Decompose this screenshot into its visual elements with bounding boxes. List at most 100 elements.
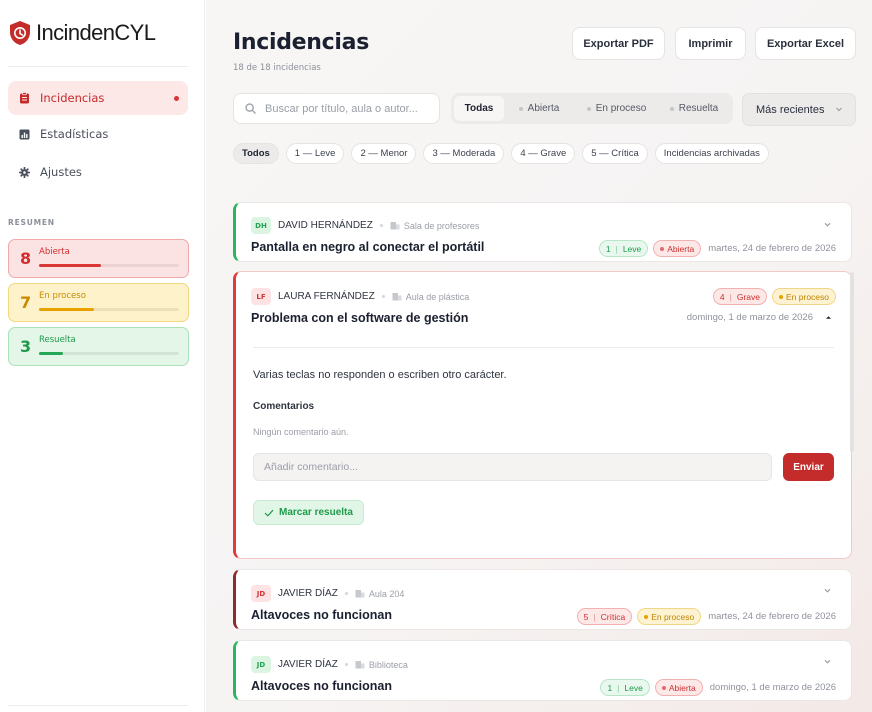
severity-filter: Todos 1 — Leve 2 — Menor 3 — Moderada 4 … xyxy=(233,143,769,164)
comment-input[interactable] xyxy=(253,453,772,481)
sidebar-divider xyxy=(8,705,188,706)
incident-meta: LF LAURA FERNÁNDEZ Aula de plástica xyxy=(251,288,469,305)
building-icon xyxy=(355,590,365,598)
chip-grave[interactable]: 4 — Grave xyxy=(511,143,576,164)
card-divider xyxy=(253,347,834,348)
room-name: Sala de profesores xyxy=(403,220,480,231)
chevron-down-icon[interactable] xyxy=(823,586,832,595)
sidebar-item-incidencias[interactable]: Incidencias xyxy=(8,81,188,115)
incident-card-expanded[interactable]: LF LAURA FERNÁNDEZ Aula de plástica 4 | Gr… xyxy=(233,271,852,559)
sidebar: IncindenCYL Incidencias Estadísticas Aju… xyxy=(0,0,205,712)
incident-card[interactable]: JD JAVIER DÍAZ Aula 204 Altavoces no fun… xyxy=(233,569,852,630)
avatar: LF xyxy=(251,288,271,305)
tab-resuelta[interactable]: Resuelta xyxy=(659,96,729,121)
severity-badge: 1 | Leve xyxy=(598,240,649,257)
status-badge: Abierta xyxy=(654,679,703,696)
no-comments-note: Ningún comentario aún. xyxy=(253,427,349,437)
author-name: LAURA FERNÁNDEZ xyxy=(278,291,375,302)
severity-label: Crítica xyxy=(600,611,626,622)
print-button[interactable]: Imprimir xyxy=(675,27,746,60)
chevron-down-icon[interactable] xyxy=(823,220,832,229)
chip-critica[interactable]: 5 — Crítica xyxy=(582,143,648,164)
separator-dot xyxy=(344,592,348,595)
room: Aula 204 xyxy=(355,588,405,599)
search-input[interactable] xyxy=(265,102,435,115)
summary-progress-fill xyxy=(39,263,101,267)
summary-label: En proceso xyxy=(39,290,86,301)
severity-badge: 5 | Crítica xyxy=(576,608,633,625)
room-name: Aula 204 xyxy=(368,588,405,599)
export-pdf-button[interactable]: Exportar PDF xyxy=(572,27,665,60)
sidebar-item-estadisticas[interactable]: Estadísticas xyxy=(8,117,188,151)
severity-label: Grave xyxy=(736,291,760,302)
summary-card-en-proceso[interactable]: 7 En proceso xyxy=(8,283,189,322)
export-excel-button[interactable]: Exportar Excel xyxy=(755,27,856,60)
chip-moderada[interactable]: 3 — Moderada xyxy=(423,143,505,164)
incident-meta: DH DAVID HERNÁNDEZ Sala de profesores xyxy=(251,217,479,234)
room: Aula de plástica xyxy=(392,292,469,302)
shield-logo-icon xyxy=(10,21,30,45)
summary-label: Resuelta xyxy=(39,334,76,345)
chevron-up-icon[interactable] xyxy=(824,313,833,322)
scrollbar[interactable] xyxy=(850,272,854,452)
badge-separator: | xyxy=(617,682,620,693)
chevron-down-icon[interactable] xyxy=(823,657,832,666)
incident-badges: 1 | Leve Abierta domingo, 1 de marzo de 20… xyxy=(600,679,836,696)
building-icon xyxy=(390,222,400,230)
incident-date: domingo, 1 de marzo de 2026 xyxy=(686,312,813,323)
summary-progress-fill xyxy=(39,307,94,311)
tab-todas[interactable]: Todas xyxy=(454,96,504,121)
status-badge: En proceso xyxy=(637,608,702,625)
separator-dot xyxy=(379,224,383,227)
chip-todos[interactable]: Todos xyxy=(233,143,279,164)
severity-badge: 1 | Leve xyxy=(600,679,650,696)
summary-progress-track xyxy=(39,307,179,311)
search-icon xyxy=(245,103,256,114)
main-content: Incidencias 18 de 18 incidencias Exporta… xyxy=(206,0,872,712)
badge-separator: | xyxy=(729,291,732,302)
incident-card[interactable]: JD JAVIER DÍAZ Biblioteca Altavoces no f… xyxy=(233,640,852,701)
incident-title: Altavoces no funcionan xyxy=(251,679,392,693)
brand[interactable]: IncindenCYL xyxy=(8,20,156,46)
summary-heading: RESUMEN xyxy=(8,218,55,227)
incident-date-row: domingo, 1 de marzo de 2026 xyxy=(685,312,833,323)
status-dot-icon xyxy=(779,294,783,299)
summary-card-abierta[interactable]: 8 Abierta xyxy=(8,239,189,278)
tab-abierta[interactable]: Abierta xyxy=(504,96,574,121)
summary-count: 8 xyxy=(20,249,32,268)
chip-menor[interactable]: 2 — Menor xyxy=(351,143,417,164)
incident-count: 18 de 18 incidencias xyxy=(233,63,321,73)
room: Biblioteca xyxy=(355,660,408,670)
check-icon xyxy=(264,509,274,517)
sidebar-item-ajustes[interactable]: Ajustes xyxy=(8,155,188,189)
incident-card[interactable]: DH DAVID HERNÁNDEZ Sala de profesores Pa… xyxy=(233,202,852,262)
chip-archivadas[interactable]: Incidencias archivadas xyxy=(654,143,769,164)
avatar: DH xyxy=(251,217,271,234)
status-dot-icon xyxy=(518,106,523,111)
send-comment-button[interactable]: Enviar xyxy=(783,453,834,481)
incident-badges: 1 | Leve Abierta martes, 24 de febrero de … xyxy=(598,240,836,257)
comments-heading: Comentarios xyxy=(253,401,315,412)
tab-en-proceso[interactable]: En proceso xyxy=(574,96,659,121)
status-dot-icon xyxy=(669,106,674,111)
chevron-down-icon xyxy=(836,107,842,112)
status-badge: En proceso xyxy=(772,288,836,305)
author-name: DAVID HERNÁNDEZ xyxy=(278,220,373,231)
incident-title: Altavoces no funcionan xyxy=(251,608,392,622)
sort-select[interactable]: Más recientes xyxy=(742,93,856,126)
mark-resolved-button[interactable]: Marcar resuelta xyxy=(253,500,364,525)
summary-progress-fill xyxy=(39,351,63,355)
tab-label: Abierta xyxy=(527,103,560,114)
summary-count: 7 xyxy=(20,293,32,312)
incident-date: martes, 24 de febrero de 2026 xyxy=(708,243,836,254)
summary-card-resuelta[interactable]: 3 Resuelta xyxy=(8,327,189,366)
bar-chart-icon xyxy=(19,129,30,140)
summary-label: Abierta xyxy=(39,246,70,257)
sidebar-item-label: Ajustes xyxy=(40,165,82,179)
chip-leve[interactable]: 1 — Leve xyxy=(285,143,345,164)
clipboard-icon xyxy=(19,92,30,104)
mark-resolved-label: Marcar resuelta xyxy=(279,507,353,518)
status-filter: Todas Abierta En proceso Resuelta xyxy=(451,93,733,124)
search-box[interactable] xyxy=(233,93,440,124)
status-label: Abierta xyxy=(667,243,695,254)
